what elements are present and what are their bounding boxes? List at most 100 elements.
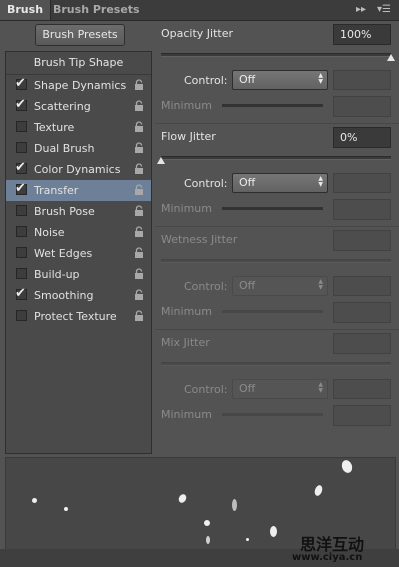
slider-thumb-icon[interactable]: [387, 54, 395, 61]
opacity-jitter-minimum-input: [333, 96, 391, 117]
lock-icon[interactable]: [134, 205, 144, 217]
sidebar-item-dual-brush[interactable]: Dual Brush: [6, 138, 151, 159]
sidebar-item-scattering[interactable]: ✔ Scattering: [6, 96, 151, 117]
mix-jitter-value-input: [333, 333, 391, 354]
brush-settings-list: Brush Tip Shape ✔ Shape Dynamics ✔ Scatteri…: [5, 51, 152, 454]
wetness-jitter-slider: [161, 259, 391, 263]
flow-jitter-minimum-slider[interactable]: [222, 207, 323, 210]
control-label: Control:: [184, 177, 228, 190]
lock-icon[interactable]: [134, 121, 144, 133]
minimum-label: Minimum: [161, 305, 212, 318]
lock-icon[interactable]: [134, 184, 144, 196]
opacity-jitter-control-select[interactable]: Off ▲ ▼: [232, 70, 328, 90]
checkmark-icon: ✔: [15, 181, 26, 196]
checkmark-icon: ✔: [15, 76, 26, 91]
sidebar-item-label: Shape Dynamics: [34, 79, 127, 92]
checkbox[interactable]: [16, 268, 27, 279]
mix-jitter-control-select: Off ▲ ▼: [232, 379, 328, 399]
sidebar-item-shape-dynamics[interactable]: ✔ Shape Dynamics: [6, 75, 151, 96]
lock-icon[interactable]: [134, 289, 144, 301]
checkbox[interactable]: [16, 247, 27, 258]
sidebar-item-noise[interactable]: Noise: [6, 222, 151, 243]
sidebar-item-label: Wet Edges: [34, 247, 93, 260]
control-label: Control:: [184, 280, 228, 293]
wetness-jitter-value-input: [333, 230, 391, 251]
lock-icon[interactable]: [134, 100, 144, 112]
checkmark-icon: ✔: [15, 286, 26, 301]
sidebar-item-build-up[interactable]: Build-up: [6, 264, 151, 285]
opacity-jitter-value-input[interactable]: 100%: [333, 24, 391, 45]
sidebar-item-label: Build-up: [34, 268, 80, 281]
lock-icon[interactable]: [134, 142, 144, 154]
opacity-jitter-control-field: [333, 70, 391, 90]
control-label: Control:: [184, 74, 228, 87]
sidebar-item-label: Dual Brush: [34, 142, 95, 155]
tab-brush-presets[interactable]: Brush Presets: [46, 0, 147, 20]
preview-dab: [270, 526, 277, 537]
preview-dab: [206, 536, 210, 544]
sidebar-item-smoothing[interactable]: ✔ Smoothing: [6, 285, 151, 306]
wetness-jitter-control-field: [333, 276, 391, 296]
lock-icon[interactable]: [134, 163, 144, 175]
minimum-label: Minimum: [161, 99, 212, 112]
checkbox[interactable]: [16, 310, 27, 321]
control-select-value: Off: [239, 382, 256, 395]
chevron-updown-icon: ▲ ▼: [318, 381, 323, 394]
sidebar-item-label: Smoothing: [34, 289, 94, 302]
checkbox[interactable]: [16, 121, 27, 132]
lock-icon[interactable]: [134, 226, 144, 238]
minimum-label: Minimum: [161, 408, 212, 421]
lock-icon[interactable]: [134, 268, 144, 280]
brush-tip-shape-item[interactable]: Brush Tip Shape: [6, 52, 151, 75]
preview-dab: [232, 499, 237, 511]
lock-icon[interactable]: [134, 247, 144, 259]
preview-dab: [32, 498, 37, 503]
opacity-jitter-slider[interactable]: [161, 53, 391, 57]
section-divider: [155, 123, 399, 124]
sidebar-item-color-dynamics[interactable]: ✔ Color Dynamics: [6, 159, 151, 180]
mix-jitter-minimum-slider: [222, 413, 323, 416]
chevron-updown-icon: ▲ ▼: [318, 278, 323, 291]
panel-tab-bar: Brush Brush Presets ▸▸ ▾☰: [0, 0, 399, 21]
flow-jitter-value-input[interactable]: 0%: [333, 127, 391, 148]
checkbox[interactable]: [16, 142, 27, 153]
sidebar-item-label: Noise: [34, 226, 65, 239]
panel-menu-icon[interactable]: ▾☰: [377, 4, 391, 15]
checkbox[interactable]: [16, 205, 27, 216]
flow-jitter-slider[interactable]: [161, 156, 391, 160]
mix-jitter-minimum-input: [333, 405, 391, 426]
opacity-jitter-minimum-slider[interactable]: [222, 104, 323, 107]
tab-brush[interactable]: Brush: [0, 0, 52, 20]
flow-jitter-label: Flow Jitter: [161, 130, 216, 143]
minimum-label: Minimum: [161, 202, 212, 215]
wetness-jitter-control-select: Off ▲ ▼: [232, 276, 328, 296]
sidebar-item-brush-pose[interactable]: Brush Pose: [6, 201, 151, 222]
sidebar-item-wet-edges[interactable]: Wet Edges: [6, 243, 151, 264]
sidebar-item-transfer[interactable]: ✔ Transfer: [6, 180, 151, 201]
sidebar-item-label: Scattering: [34, 100, 91, 113]
chevron-updown-icon: ▲ ▼: [318, 175, 323, 188]
checkmark-icon: ✔: [15, 160, 26, 175]
sidebar-item-protect-texture[interactable]: Protect Texture: [6, 306, 151, 327]
opacity-jitter-label: Opacity Jitter: [161, 27, 234, 40]
sidebar-item-label: Protect Texture: [34, 310, 117, 323]
wetness-jitter-label: Wetness Jitter: [161, 233, 238, 246]
sidebar-item-label: Transfer: [34, 184, 79, 197]
double-chevron-right-icon[interactable]: ▸▸: [356, 4, 366, 15]
checkbox[interactable]: [16, 226, 27, 237]
mix-jitter-slider: [161, 362, 391, 366]
control-select-value: Off: [239, 279, 256, 292]
brush-presets-button[interactable]: Brush Presets: [35, 24, 125, 46]
slider-thumb-icon[interactable]: [157, 157, 165, 164]
lock-icon[interactable]: [134, 310, 144, 322]
mix-jitter-control-field: [333, 379, 391, 399]
checkmark-icon: ✔: [15, 97, 26, 112]
sidebar-item-texture[interactable]: Texture: [6, 117, 151, 138]
lock-icon[interactable]: [134, 79, 144, 91]
flow-jitter-control-select[interactable]: Off ▲ ▼: [232, 173, 328, 193]
control-select-value: Off: [239, 73, 256, 86]
watermark-url: www.ciya.cn: [292, 552, 363, 563]
control-label: Control:: [184, 383, 228, 396]
sidebar-item-label: Texture: [34, 121, 75, 134]
preview-dab: [313, 484, 324, 497]
